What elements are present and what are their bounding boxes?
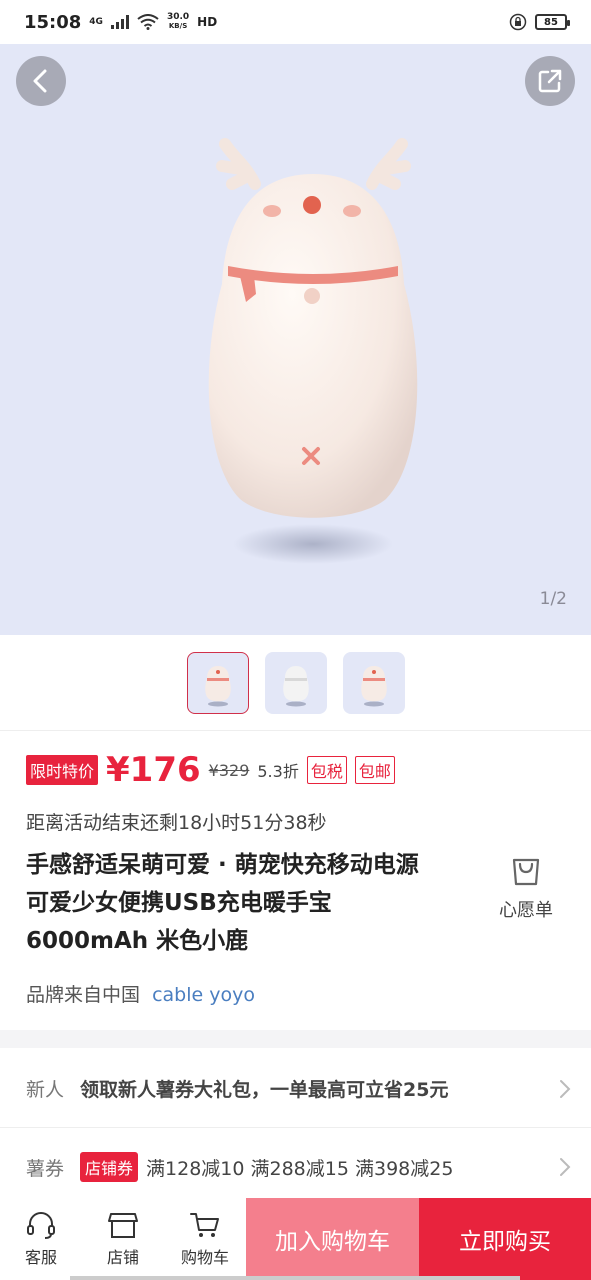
- wifi-icon: [137, 14, 159, 30]
- status-time: 15:08: [24, 11, 82, 33]
- image-counter: 1/2: [539, 589, 567, 609]
- cart-button[interactable]: 购物车: [164, 1198, 246, 1280]
- customer-service-button[interactable]: 客服: [0, 1198, 82, 1280]
- home-indicator: [70, 1276, 520, 1280]
- brand-origin: 品牌来自中国 cable yoyo: [26, 980, 255, 1007]
- network-type: 4G: [89, 16, 103, 27]
- chevron-left-icon: [33, 69, 47, 93]
- signal-icon: [110, 15, 129, 29]
- sale-countdown: 距离活动结束还剩18小时51分38秒: [26, 812, 327, 834]
- tax-included-tag: 包税: [306, 756, 347, 784]
- thumbnail-1[interactable]: [186, 651, 249, 714]
- brand-link[interactable]: cable yoyo: [152, 984, 255, 1006]
- new-user-offer: 领取新人薯券大礼包，一单最高可立省25元: [80, 1079, 449, 1101]
- net-speed-unit: KB/S: [168, 22, 188, 30]
- share-icon: [538, 69, 562, 93]
- coupon-label: 薯券: [26, 1157, 65, 1180]
- store-coupon-row[interactable]: 薯券 店铺券 满128减10 满288减15 满398减25: [0, 1128, 591, 1206]
- buy-now-button[interactable]: 立即购买: [419, 1198, 591, 1280]
- back-button[interactable]: [16, 56, 66, 106]
- bottom-action-bar: 客服 店铺 购物车 加入购物车 立即购买: [0, 1198, 591, 1280]
- new-user-label: 新人: [26, 1079, 65, 1101]
- thumbnail-3[interactable]: [342, 651, 405, 714]
- battery-indicator: 85: [535, 14, 570, 30]
- current-price: ¥176: [106, 750, 201, 790]
- thumbnail-strip: [0, 635, 591, 731]
- wishlist-label: 心愿单: [499, 900, 553, 921]
- section-divider: [0, 1030, 591, 1048]
- shopping-bag-icon: [512, 858, 540, 886]
- cart-icon: [190, 1213, 219, 1237]
- shop-label: 店铺: [106, 1248, 139, 1267]
- thumbnail-image: [204, 665, 231, 706]
- coupon-tiers: 满128减10 满288减15 满398减25: [146, 1157, 454, 1180]
- free-shipping-tag: 包邮: [354, 756, 395, 784]
- discount-rate: 5.3折: [257, 762, 299, 781]
- chevron-right-icon: [560, 1158, 571, 1176]
- thumbnail-2[interactable]: [264, 651, 327, 714]
- add-to-cart-button[interactable]: 加入购物车: [246, 1198, 419, 1280]
- customer-service-label: 客服: [24, 1248, 57, 1267]
- brand-origin-text: 品牌来自中国: [26, 984, 141, 1006]
- headset-icon: [27, 1212, 55, 1239]
- thumbnail-image: [282, 665, 309, 706]
- price-row: 限时特价 ¥176 ¥329 5.3折 包税 包邮: [26, 750, 395, 790]
- product-title: 手感舒适呆萌可爱 · 萌宠快充移动电源可爱少女便携USB充电暖手宝6000mAh…: [26, 852, 419, 954]
- flash-sale-tag: 限时特价: [26, 755, 99, 785]
- net-speed-value: 30.0: [166, 12, 190, 22]
- original-price: ¥329: [208, 760, 250, 780]
- status-bar: 15:08 4G 30.0 KB/S HD 85: [0, 0, 591, 44]
- new-user-coupon-row[interactable]: 新人 领取新人薯券大礼包，一单最高可立省25元: [0, 1050, 591, 1128]
- thumbnail-image: [360, 665, 387, 706]
- chevron-right-icon: [560, 1079, 571, 1098]
- lock-rotation-icon: [509, 13, 527, 31]
- store-coupon-tag: 店铺券: [80, 1152, 139, 1182]
- cart-label: 购物车: [180, 1248, 229, 1267]
- product-image: [208, 138, 418, 564]
- hd-indicator: HD: [197, 14, 218, 29]
- store-icon: [108, 1213, 138, 1238]
- share-button[interactable]: [525, 56, 575, 106]
- shop-button[interactable]: 店铺: [82, 1198, 164, 1280]
- wishlist-button[interactable]: 心愿单: [490, 852, 562, 922]
- product-image-gallery[interactable]: 1/2: [0, 44, 591, 635]
